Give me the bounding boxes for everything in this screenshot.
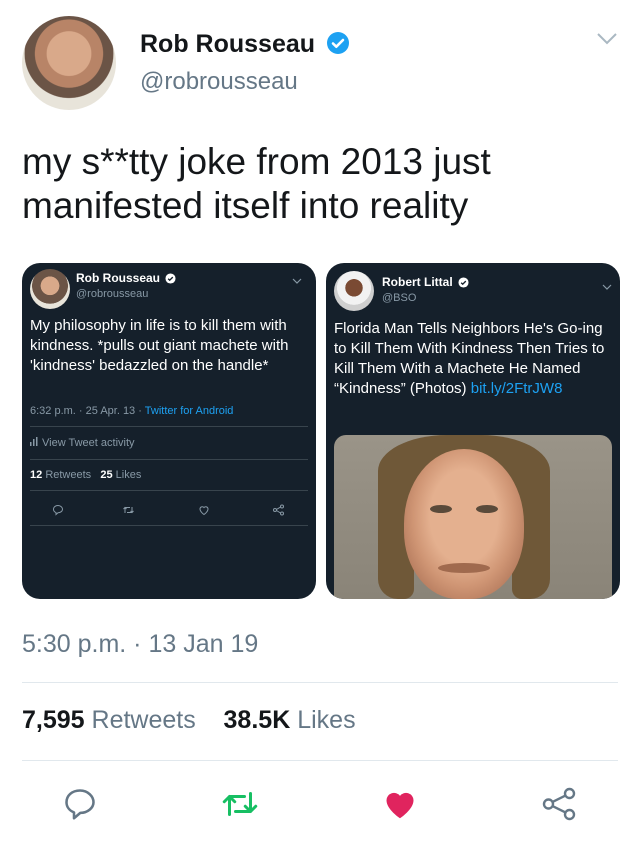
photo-mouth: [438, 563, 490, 573]
view-activity-link[interactable]: View Tweet activity: [30, 437, 135, 449]
embed-author-handle: @robrousseau: [76, 288, 149, 300]
photo-face: [404, 449, 524, 599]
embed-author-name: Robert Littal: [382, 275, 469, 291]
likes-stat[interactable]: 38.5K Likes: [224, 706, 356, 734]
embedded-screenshot-right[interactable]: Robert Littal @BSO Florida Man Tells Nei…: [326, 263, 620, 599]
embed-avatar: [334, 271, 374, 311]
embed-article-link[interactable]: bit.ly/2FtrJW8: [471, 380, 563, 397]
retweet-icon[interactable]: [122, 503, 135, 521]
share-icon[interactable]: [272, 503, 285, 521]
embed-author-name-text: Rob Rousseau: [76, 271, 161, 285]
embed-avatar: [30, 269, 70, 309]
divider: [30, 490, 308, 491]
embedded-screenshot-left[interactable]: Rob Rousseau @robrousseau My philosophy …: [22, 263, 316, 599]
tweet-text: my s**tty joke from 2013 just manifested…: [22, 141, 491, 226]
verified-badge-icon: [458, 277, 469, 291]
embed-timestamp: 6:32 p.m. · 25 Apr. 13 · Twitter for And…: [30, 405, 233, 417]
likes-label: Likes: [297, 706, 356, 734]
divider: [22, 760, 618, 761]
chevron-down-icon[interactable]: [292, 271, 302, 289]
divider: [22, 682, 618, 683]
photo-eye: [476, 505, 498, 513]
activity-icon: [30, 437, 38, 449]
like-icon[interactable]: [382, 786, 418, 827]
retweets-label: Retweets: [91, 706, 196, 734]
embed-tweet-text: My philosophy in life is to kill them wi…: [30, 317, 289, 374]
embed-client-link[interactable]: Twitter for Android: [145, 405, 234, 417]
author-handle[interactable]: @robrousseau: [140, 68, 298, 96]
embed-likes-label: Likes: [115, 469, 142, 481]
author-avatar[interactable]: [22, 16, 116, 110]
embed-retweets-count: 12: [30, 469, 43, 481]
embed-likes-count: 25: [100, 469, 113, 481]
embed-retweets-label: Retweets: [45, 469, 92, 481]
verified-badge-icon: [326, 31, 350, 55]
photo-eye: [430, 505, 452, 513]
embed-author-name-text: Robert Littal: [382, 275, 453, 289]
author-name[interactable]: Rob Rousseau: [140, 30, 350, 59]
tweet-stats: 7,595 Retweets 38.5K Likes: [22, 706, 356, 735]
reply-icon[interactable]: [52, 503, 64, 521]
embed-stats: 12 Retweets 25 Likes: [30, 469, 141, 481]
divider: [30, 525, 308, 526]
embed-author-name: Rob Rousseau: [76, 271, 176, 287]
embed-author-handle: @BSO: [382, 292, 417, 304]
activity-label: View Tweet activity: [42, 437, 135, 449]
chevron-down-icon[interactable]: [602, 277, 612, 295]
divider: [30, 426, 308, 427]
tweet-timestamp[interactable]: 5:30 p.m. · 13 Jan 19: [22, 630, 258, 659]
chevron-down-icon[interactable]: [596, 32, 618, 51]
verified-badge-icon: [165, 273, 176, 287]
embed-time-text: 6:32 p.m. · 25 Apr. 13 ·: [30, 405, 145, 417]
embed-tweet-body: Florida Man Tells Neighbors He's Go-ing …: [334, 320, 605, 397]
retweets-stat[interactable]: 7,595 Retweets: [22, 706, 196, 734]
divider: [30, 459, 308, 460]
embed-tweet-text: Florida Man Tells Neighbors He's Go-ing …: [334, 319, 614, 399]
retweets-count: 7,595: [22, 706, 85, 734]
reply-icon[interactable]: [62, 786, 98, 827]
mugshot-photo[interactable]: [334, 435, 612, 599]
like-icon[interactable]: [198, 503, 210, 521]
author-name-text: Rob Rousseau: [140, 30, 316, 58]
retweet-icon[interactable]: [220, 786, 260, 827]
share-icon[interactable]: [540, 786, 578, 827]
likes-count: 38.5K: [223, 706, 291, 734]
